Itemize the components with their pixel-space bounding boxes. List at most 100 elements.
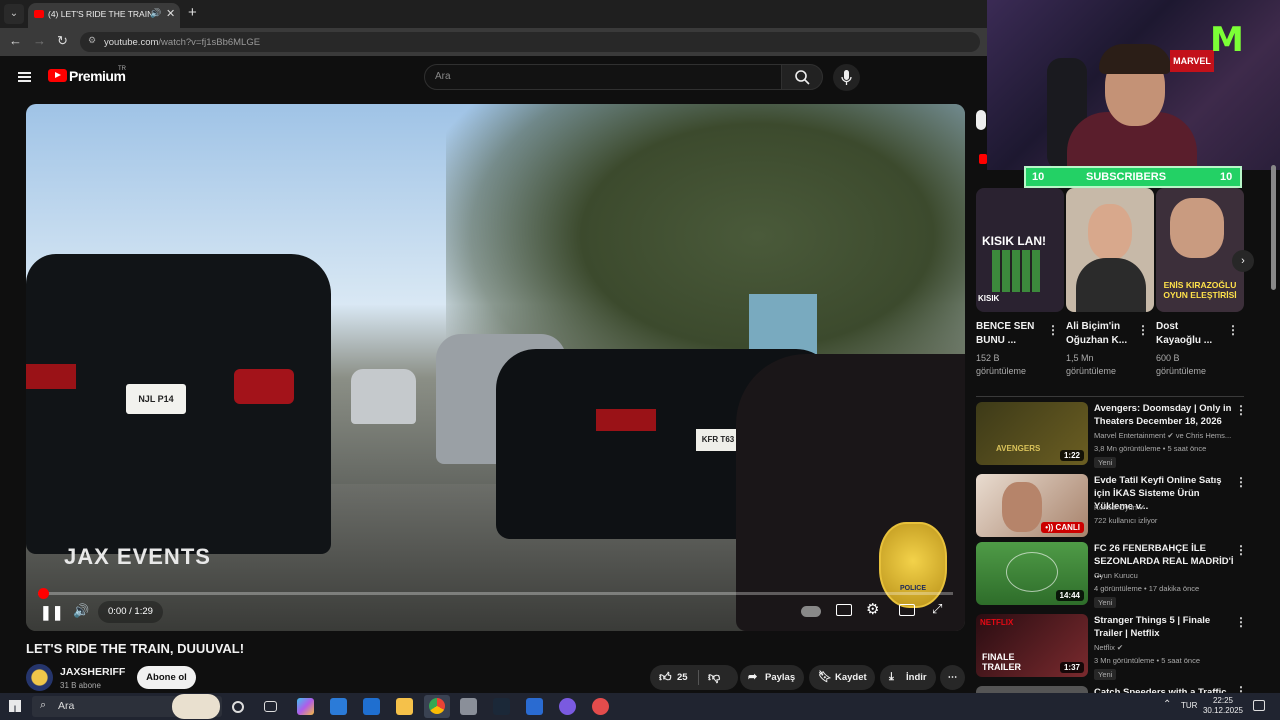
short-title[interactable]: Dost — [1156, 320, 1178, 334]
recommendation-channel[interactable]: Oyun Kurucu — [1094, 571, 1138, 580]
recommendation-thumbnail[interactable]: NETFLIX FINALE TRAILER 1:37 — [976, 614, 1088, 677]
address-bar-row: ← → ↻ ⚙ youtube.com/watch?v=fj1sBb6MLGE — [0, 28, 987, 56]
task-view-icon[interactable] — [264, 701, 277, 712]
speaker-icon[interactable]: 🔊 — [150, 8, 161, 19]
like-icon[interactable]: 👍︎ — [659, 665, 672, 690]
browser-tab[interactable]: (4) LET'S RIDE THE TRAIN, D 🔊 ✕ — [28, 3, 180, 28]
fullscreen-icon[interactable]: ⤢ — [932, 601, 942, 617]
mail-icon[interactable] — [363, 698, 380, 715]
discord-icon[interactable] — [559, 698, 576, 715]
save-button[interactable]: 🔖︎ Kaydet — [809, 665, 875, 690]
settings-icon[interactable]: ⚙ — [866, 600, 879, 618]
chrome-taskbar-active[interactable] — [424, 695, 450, 718]
shorts-icon — [979, 154, 987, 164]
back-icon[interactable]: ← — [9, 33, 22, 48]
reload-icon[interactable]: ↻ — [57, 33, 68, 49]
share-label: Paylaş — [765, 672, 796, 683]
steam-icon[interactable] — [493, 698, 510, 715]
short-title[interactable]: Ali Biçim'in — [1066, 320, 1120, 334]
scrubber-handle[interactable] — [38, 588, 49, 599]
search-icon: ⌕ — [40, 699, 47, 711]
copilot-icon[interactable] — [297, 698, 314, 715]
channel-avatar[interactable] — [26, 664, 53, 691]
close-tab-icon[interactable]: ✕ — [166, 7, 175, 20]
recommendation-channel[interactable]: Netflix ✔ — [1094, 643, 1123, 652]
app-icon[interactable] — [526, 698, 543, 715]
volume-icon[interactable]: 🔊 — [73, 603, 89, 619]
more-actions-icon[interactable]: ⋯ — [940, 665, 965, 690]
theater-mode-icon[interactable] — [899, 604, 915, 616]
recommendation-meta: 3,8 Mn görüntüleme • 5 saat önce — [1094, 444, 1207, 453]
progress-bar[interactable] — [38, 588, 953, 599]
recommendation-title[interactable]: Avengers: Doomsday | Only in Theaters De… — [1094, 402, 1234, 428]
tab-search-menu-icon[interactable]: ⌄ — [4, 4, 24, 24]
notifications-icon[interactable] — [1253, 700, 1265, 711]
store-icon[interactable] — [460, 698, 477, 715]
cortana-icon[interactable] — [232, 701, 244, 713]
short-thumbnail[interactable]: ENİS KIRAZOĞLU OYUN ELEŞTİRİSİ — [1156, 188, 1244, 312]
recommendation-thumbnail[interactable]: •)) CANLI — [976, 474, 1088, 537]
short-thumbnail[interactable]: KISIK LAN! KISIK — [976, 188, 1064, 312]
download-button[interactable]: ⤓ İndir — [880, 665, 936, 690]
short-menu-icon[interactable]: ⋮ — [1227, 323, 1239, 337]
search-button[interactable] — [781, 64, 823, 90]
microphone-icon — [841, 70, 852, 85]
youtube-premium-logo[interactable]: Premium — [69, 68, 126, 84]
pause-icon[interactable]: ❚❚ — [40, 604, 63, 621]
youtube-logo-icon[interactable] — [48, 69, 67, 82]
language-indicator[interactable]: TUR — [1181, 701, 1197, 710]
recommendation-channel[interactable]: Konsol Oyun ✔ — [1094, 503, 1145, 512]
recommendation-thumbnail[interactable]: 14:44 — [976, 542, 1088, 605]
scrollbar[interactable] — [1271, 165, 1276, 290]
recommendation-menu-icon[interactable]: ⋮ — [1235, 543, 1247, 557]
short-menu-icon[interactable]: ⋮ — [1047, 323, 1059, 337]
recommendation-menu-icon[interactable]: ⋮ — [1235, 475, 1247, 489]
url-field[interactable]: ⚙ youtube.com/watch?v=fj1sBb6MLGE — [80, 32, 980, 52]
short-title[interactable]: Oğuzhan K... — [1066, 334, 1127, 348]
recommendation-channel[interactable]: Marvel Entertainment ✔ ve Chris Hems... — [1094, 431, 1231, 440]
file-explorer-icon[interactable] — [396, 698, 413, 715]
forward-icon[interactable]: → — [33, 33, 46, 48]
windows-start-icon[interactable] — [9, 700, 21, 712]
short-title[interactable]: Kayaoğlu ... — [1156, 334, 1212, 348]
recommendation-title[interactable]: Stranger Things 5 | Finale Trailer | Net… — [1094, 614, 1234, 640]
duration-badge: 1:22 — [1059, 450, 1084, 461]
recommendation-thumbnail[interactable] — [976, 686, 1088, 693]
search-input[interactable]: Ara — [424, 64, 782, 90]
recommendation-menu-icon[interactable]: ⋮ — [1235, 684, 1247, 693]
recommendation-menu-icon[interactable]: ⋮ — [1235, 615, 1247, 629]
short-menu-icon[interactable]: ⋮ — [1137, 323, 1149, 337]
video-frame-silver-car — [351, 369, 416, 424]
next-shorts-icon[interactable]: › — [1232, 250, 1254, 272]
subscribe-button[interactable]: Abone ol — [137, 666, 196, 689]
captions-icon[interactable] — [836, 604, 852, 616]
dislike-icon[interactable]: 👎︎ — [708, 665, 720, 690]
obs-icon[interactable] — [592, 698, 609, 715]
autoplay-toggle[interactable] — [801, 606, 821, 617]
short-views: 152 B — [976, 353, 1000, 363]
recommendation-thumbnail[interactable]: AVENGERS 1:22 — [976, 402, 1088, 465]
taskbar-search[interactable]: ⌕ Ara — [32, 694, 222, 719]
video-player[interactable]: NJL P14 KFR T63 JAX EVENTS POLICE ❚❚ 🔊 0… — [26, 104, 965, 631]
channel-name[interactable]: JAXSHERIFF — [60, 666, 125, 678]
subs-label: SUBSCRIBERS — [1086, 171, 1167, 183]
app-icon[interactable] — [330, 698, 347, 715]
voice-search-button[interactable] — [833, 64, 860, 91]
recommendation-menu-icon[interactable]: ⋮ — [1235, 403, 1247, 417]
time-display: 0:00 / 1:29 — [98, 601, 163, 623]
short-thumb-text: KISIK LAN! — [982, 234, 1046, 248]
short-title[interactable]: BUNU ... — [976, 334, 1016, 348]
short-thumbnail[interactable] — [1066, 188, 1154, 312]
tray-chevron-icon[interactable]: ⌃ — [1163, 699, 1171, 710]
new-tab-button[interactable]: + — [188, 4, 197, 21]
short-title[interactable]: BENCE SEN — [976, 320, 1034, 334]
recommendation-title[interactable]: Catch Speeders with a Traffic — [1094, 686, 1234, 693]
site-info-icon[interactable]: ⚙ — [88, 35, 96, 46]
save-label: Kaydet — [835, 672, 867, 683]
taskbar-clock[interactable]: 22:25 30.12.2025 — [1200, 696, 1246, 716]
country-code: TR — [118, 66, 126, 72]
menu-icon[interactable] — [18, 72, 31, 82]
taskbar-search-label: Ara — [58, 700, 75, 712]
share-button[interactable]: ➦ Paylaş — [740, 665, 804, 690]
like-count[interactable]: 25 — [677, 665, 688, 690]
